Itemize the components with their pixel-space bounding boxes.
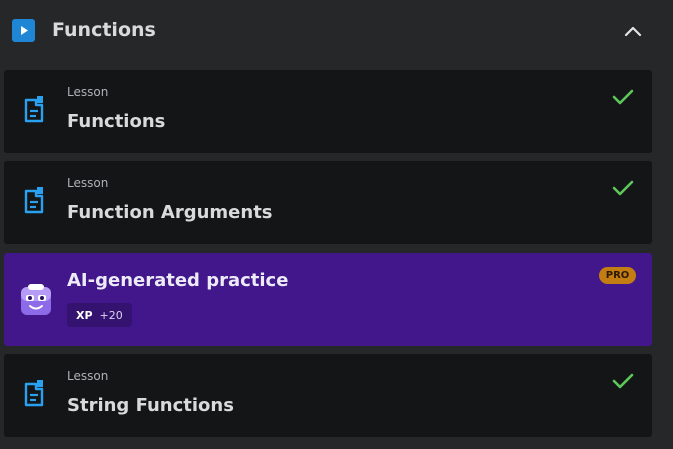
lesson-type-label: Lesson — [67, 85, 109, 99]
lesson-item-functions[interactable]: Lesson Functions — [4, 70, 652, 153]
xp-value: +20 — [99, 308, 123, 322]
lesson-item-string-functions[interactable]: Lesson String Functions — [4, 354, 652, 437]
check-icon — [612, 88, 634, 106]
pro-badge: PRO — [599, 267, 636, 284]
lesson-type-label: Lesson — [67, 176, 109, 190]
section-header[interactable]: Functions — [0, 0, 673, 62]
check-icon — [612, 179, 634, 197]
xp-badge: XP +20 — [67, 303, 132, 327]
document-icon — [23, 96, 47, 124]
lesson-title: Functions — [67, 111, 166, 132]
robot-avatar-icon — [19, 283, 53, 317]
chevron-up-icon[interactable] — [620, 18, 646, 44]
lesson-title: String Functions — [67, 395, 234, 416]
lesson-item-function-arguments[interactable]: Lesson Function Arguments — [4, 161, 652, 244]
document-icon — [23, 380, 47, 408]
xp-label: XP — [76, 308, 93, 322]
lesson-type-label: Lesson — [67, 369, 109, 383]
section-title: Functions — [52, 19, 156, 41]
ai-practice-item[interactable]: AI-generated practice XP +20 PRO — [4, 253, 652, 346]
practice-title: AI-generated practice — [67, 270, 289, 291]
document-icon — [23, 187, 47, 215]
check-icon — [612, 372, 634, 390]
lesson-title: Function Arguments — [67, 202, 273, 223]
play-icon — [12, 19, 35, 42]
course-module-panel: Functions Lesson Functions Lesson Functi… — [0, 0, 673, 449]
